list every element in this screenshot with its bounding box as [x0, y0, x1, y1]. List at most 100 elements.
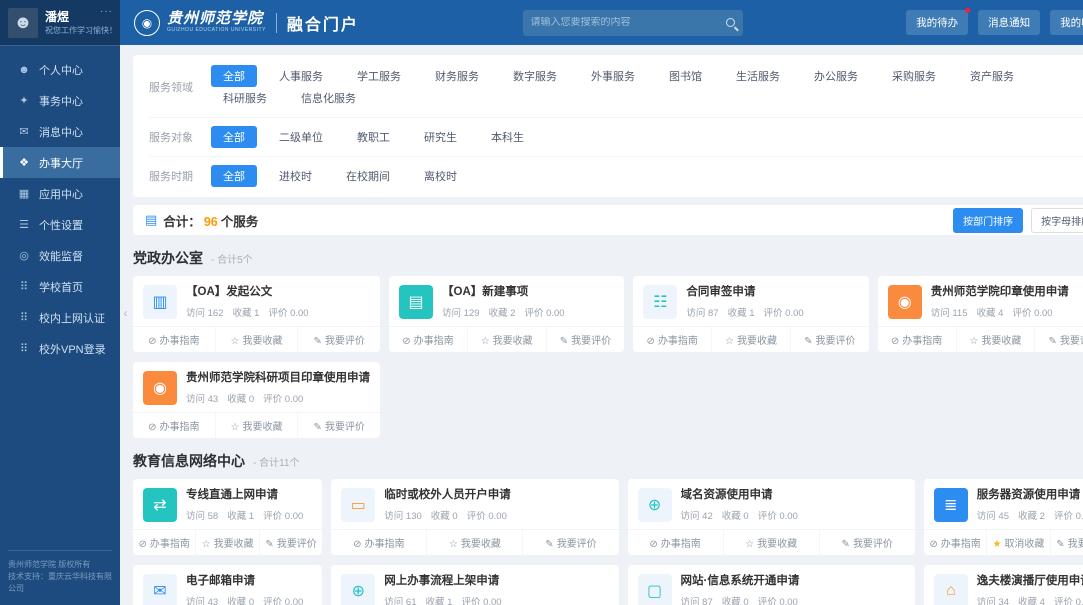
service-card[interactable]: ◉ 贵州师范学院印章使用申请 访问 115 收藏 4 评价 0.00 ⊘ 办事指南 ☆… [877, 276, 1083, 352]
service-card[interactable]: ⊕ 网上办事流程上架申请 访问 61收藏 1评价 0.00 ⊘办事指南 ☆我要收… [331, 565, 619, 605]
filter-chip[interactable]: 二级单位 [267, 126, 335, 148]
evaluate-action[interactable]: ✎我要评价 [789, 327, 869, 352]
service-stats: 访问 87 收藏 1 评价 0.00 [686, 308, 804, 319]
filter-chip[interactable]: 资产服务 [958, 65, 1026, 87]
guide-action[interactable]: ⊘ 办事指南 [633, 327, 711, 352]
edit-icon: ✎ [559, 336, 569, 347]
filter-chip[interactable]: 学工服务 [345, 65, 413, 87]
guide-action[interactable]: ⊘ 办事指南 [133, 327, 215, 352]
favorite-action[interactable]: ☆ 我要收藏 [955, 327, 1035, 352]
user-menu-dots-icon[interactable]: ··· [100, 6, 113, 17]
service-card[interactable]: ⇄ 专线直通上网申请 访问 58 收藏 1 评价 0.00 ⊘ 办事指南 ☆ 我要收藏 … [133, 479, 323, 555]
filter-chip[interactable]: 外事服务 [579, 65, 647, 87]
filter-chip[interactable]: 在校期间 [334, 165, 402, 187]
sidebar-item-6[interactable]: ☰ 个性设置 [0, 209, 120, 240]
service-card[interactable]: ▭ 临时或校外人员开户申请 访问 130 收藏 0 评价 0.00 ⊘ 办事指南 ☆ 我… [331, 479, 619, 555]
filter-chip[interactable]: 本科生 [479, 126, 536, 148]
sidebar-item-7[interactable]: ◎ 效能监督 [0, 240, 120, 271]
filter-chip[interactable]: 全部 [211, 65, 257, 87]
guide-action[interactable]: ⊘ 办事指南 [133, 530, 195, 555]
evaluate-action[interactable]: ✎我要评价 [297, 327, 380, 352]
header-button-1[interactable]: 我的待办 [906, 8, 971, 35]
favorite-action[interactable]: ★ 取消收藏 [986, 530, 1049, 555]
favorite-action[interactable]: ☆ 我要收藏 [722, 530, 819, 555]
avatar[interactable]: ☻ [8, 7, 38, 38]
service-title: 逸夫楼演播厅使用申请 [976, 575, 1083, 587]
filter-chip[interactable]: 图书馆 [657, 65, 714, 87]
service-card[interactable]: ▥ 【OA】发起公文 访问 162 收藏 1 评价 0.00 ⊘ 办事指南 ☆ 我要收藏… [133, 276, 380, 352]
service-card[interactable]: ☷ 合同审签申请 访问 87 收藏 1 评价 0.00 ⊘ 办事指南 ☆ 我要收藏 ✎ 我… [633, 276, 869, 352]
guide-action[interactable]: ⊘ 办事指南 [133, 413, 215, 438]
service-stats: 访问 58 收藏 1 评价 0.00 [186, 511, 304, 522]
sidebar-item-3[interactable]: ✉ 消息中心 [0, 116, 120, 147]
guide-action[interactable]: ⊘ 办事指南 [878, 327, 956, 352]
guide-action[interactable]: ⊘ 办事指南 [331, 530, 426, 555]
edit-icon: ✎ [1048, 336, 1057, 347]
filter-label: 服务对象 [149, 132, 193, 144]
service-card[interactable]: ⊕ 域名资源使用申请 访问 42 收藏 0 评价 0.00 ⊘ 办事指南 ☆ 我要收藏 … [627, 479, 915, 555]
sidebar-item-9[interactable]: ⠿ 校内上网认证 [0, 302, 120, 333]
filter-chip[interactable]: 全部 [211, 126, 257, 148]
filter-label: 服务时期 [149, 171, 193, 183]
evaluate-action[interactable]: ✎我要评价 [297, 413, 380, 438]
filter-chip[interactable]: 离校时 [412, 165, 469, 187]
filter-chip[interactable]: 研究生 [412, 126, 469, 148]
favorite-action[interactable]: ☆ 我要收藏 [195, 530, 258, 555]
evaluate-action[interactable]: ✎我要评价 [1034, 327, 1083, 352]
filter-chip[interactable]: 数字服务 [501, 65, 569, 87]
sidebar-item-4[interactable]: ❖ 办事大厅 [0, 147, 120, 178]
filter-chip[interactable]: 人事服务 [267, 65, 335, 87]
favorite-action[interactable]: ☆ 我要收藏 [214, 327, 298, 352]
evaluate-action[interactable]: ✎我要评价 [258, 530, 322, 555]
sidebar-item-2[interactable]: ✦ 事务中心 [0, 85, 120, 116]
globe-icon: ⊕ [637, 488, 672, 522]
filter-chip[interactable]: 信息化服务 [289, 87, 368, 109]
evaluate-action[interactable]: ✎我要评价 [1049, 530, 1083, 555]
filter-row-2: 服务对象 全部 二级单位 教职工 研究生 本科生 [149, 118, 1083, 157]
filter-chip[interactable]: 采购服务 [880, 65, 948, 87]
apps-grid-icon: ▦ [18, 188, 30, 200]
service-card[interactable]: ⌂ 逸夫楼演播厅使用申请 访问 34收藏 4评价 0.00 ⊘办事指南 ☆我要收… [923, 565, 1083, 605]
favorite-action[interactable]: ☆ 我要收藏 [711, 327, 790, 352]
search-input[interactable] [530, 17, 726, 28]
filter-chip[interactable]: 全部 [211, 165, 257, 187]
filter-chip[interactable]: 办公服务 [802, 65, 870, 87]
service-card[interactable]: ◉ 贵州师范学院科研项目印章使用申请 访问 43 收藏 0 评价 0.00 ⊘ 办事指… [133, 362, 380, 438]
service-title: 网站·信息系统开通申请 [680, 575, 800, 587]
seal-icon: ◉ [887, 285, 922, 319]
section-count: - 合计11个 [253, 458, 300, 469]
service-card[interactable]: ▢ 网站·信息系统开通申请 访问 87收藏 0评价 0.00 ⊘办事指南 ☆我要… [627, 565, 915, 605]
filter-chip[interactable]: 财务服务 [423, 65, 491, 87]
header-button-3[interactable]: 我的收藏 [1050, 10, 1083, 35]
favorite-action[interactable]: ☆ 我要收藏 [466, 327, 546, 352]
header-button-2[interactable]: 消息通知 [978, 10, 1041, 35]
filter-chip[interactable]: 生活服务 [724, 65, 792, 87]
favorite-action[interactable]: ☆ 我要收藏 [214, 413, 298, 438]
top-header: ◉ 贵州师范学院 GUIZHOU EDUCATION UNIVERSITY 融合… [120, 0, 1083, 45]
filter-chip[interactable]: 科研服务 [211, 87, 279, 109]
filter-chip[interactable]: 进校时 [267, 165, 324, 187]
service-card[interactable]: ✉ 电子邮箱申请 访问 43收藏 0评价 0.00 ⊘办事指南 ☆我要收藏 ✎我… [133, 565, 323, 605]
guide-action[interactable]: ⊘ 办事指南 [924, 530, 986, 555]
sort-button[interactable]: 按字母排序 [1031, 207, 1083, 233]
favorite-action[interactable]: ☆ 我要收藏 [426, 530, 522, 555]
sort-button[interactable]: 按部门排序 [953, 207, 1024, 233]
service-card[interactable]: ▤ 【OA】新建事项 访问 129 收藏 2 评价 0.00 ⊘ 办事指南 ☆ 我要收藏… [389, 276, 625, 352]
guide-action[interactable]: ⊘ 办事指南 [389, 327, 467, 352]
evaluate-action[interactable]: ✎我要评价 [818, 530, 915, 555]
sidebar-item-10[interactable]: ⠿ 校外VPN登录 [0, 333, 120, 364]
search-icon[interactable] [725, 18, 735, 27]
sidebar-collapse-icon[interactable]: ‹ [120, 295, 131, 331]
guide-action[interactable]: ⊘ 办事指南 [628, 530, 723, 555]
sidebar-item-5[interactable]: ▦ 应用中心 [0, 178, 120, 209]
sidebar-item-1[interactable]: ☻ 个人中心 [0, 54, 120, 85]
sidebar-item-label: 个人中心 [39, 64, 83, 77]
evaluate-action[interactable]: ✎我要评价 [545, 327, 625, 352]
university-name-en: GUIZHOU EDUCATION UNIVERSITY [167, 27, 266, 33]
service-title: 【OA】新建事项 [442, 286, 529, 298]
evaluate-action[interactable]: ✎我要评价 [522, 530, 618, 555]
service-card[interactable]: ≣ 服务器资源使用申请 访问 45收藏 2评价 0.00 ⊘办事指南 ★取消收藏… [923, 479, 1083, 555]
compass-icon: ⊘ [890, 336, 900, 347]
sidebar-item-8[interactable]: ⠿ 学校首页 [0, 271, 120, 302]
filter-chip[interactable]: 教职工 [345, 126, 402, 148]
